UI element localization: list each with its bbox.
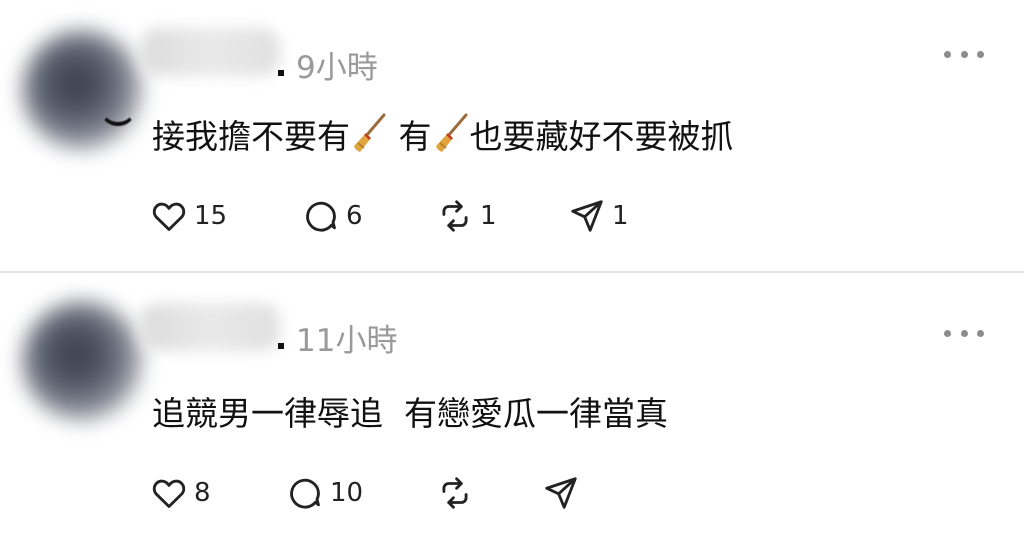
share-count: 1 xyxy=(612,201,629,231)
post-time: 11小時 xyxy=(296,323,398,359)
comment-bubble-icon xyxy=(290,478,320,509)
avatar[interactable] xyxy=(22,301,142,421)
broom-emoji xyxy=(435,113,467,152)
thread-post: 11小時 追競男一律辱追 有戀愛瓜一律當真 8 10 xyxy=(0,273,1024,548)
username-blurred[interactable] xyxy=(140,28,280,76)
username-blurred[interactable] xyxy=(140,303,280,351)
post-text: 追競男一律辱追 有戀愛瓜一律當真 xyxy=(152,394,668,433)
broom-emoji xyxy=(354,113,386,152)
reply-count: 6 xyxy=(346,201,363,231)
repost-button[interactable] xyxy=(436,473,480,513)
repost-button[interactable]: 1 xyxy=(436,196,497,236)
reply-count: 10 xyxy=(330,478,364,508)
send-icon xyxy=(545,477,577,509)
post-time: 9小時 xyxy=(296,50,378,86)
username-fragment xyxy=(278,343,284,349)
like-count: 15 xyxy=(194,201,228,231)
like-button[interactable]: 15 xyxy=(150,196,227,236)
more-options-icon[interactable] xyxy=(944,44,984,64)
more-options-icon[interactable] xyxy=(944,323,984,343)
send-icon xyxy=(571,200,603,232)
heart-icon xyxy=(152,202,186,231)
heart-icon xyxy=(152,479,186,508)
like-count: 8 xyxy=(194,478,211,508)
avatar[interactable] xyxy=(22,30,142,150)
post-text: 接我擔不要有 有 也要藏好不要被抓 xyxy=(152,110,734,158)
comment-bubble-icon xyxy=(306,201,336,232)
share-button[interactable] xyxy=(542,473,586,513)
username-fragment xyxy=(278,70,284,76)
thread-post: 9小時 接我擔不要有 有 也要藏好不要被抓 15 6 1 1 xyxy=(0,0,1024,272)
repost-count: 1 xyxy=(480,201,497,231)
reply-button[interactable]: 10 xyxy=(286,473,363,513)
reply-button[interactable]: 6 xyxy=(302,196,363,236)
repost-arrows-icon xyxy=(442,477,468,509)
avatar-badge xyxy=(100,92,136,126)
share-button[interactable]: 1 xyxy=(568,196,629,236)
repost-arrows-icon xyxy=(442,200,468,232)
like-button[interactable]: 8 xyxy=(150,473,211,513)
